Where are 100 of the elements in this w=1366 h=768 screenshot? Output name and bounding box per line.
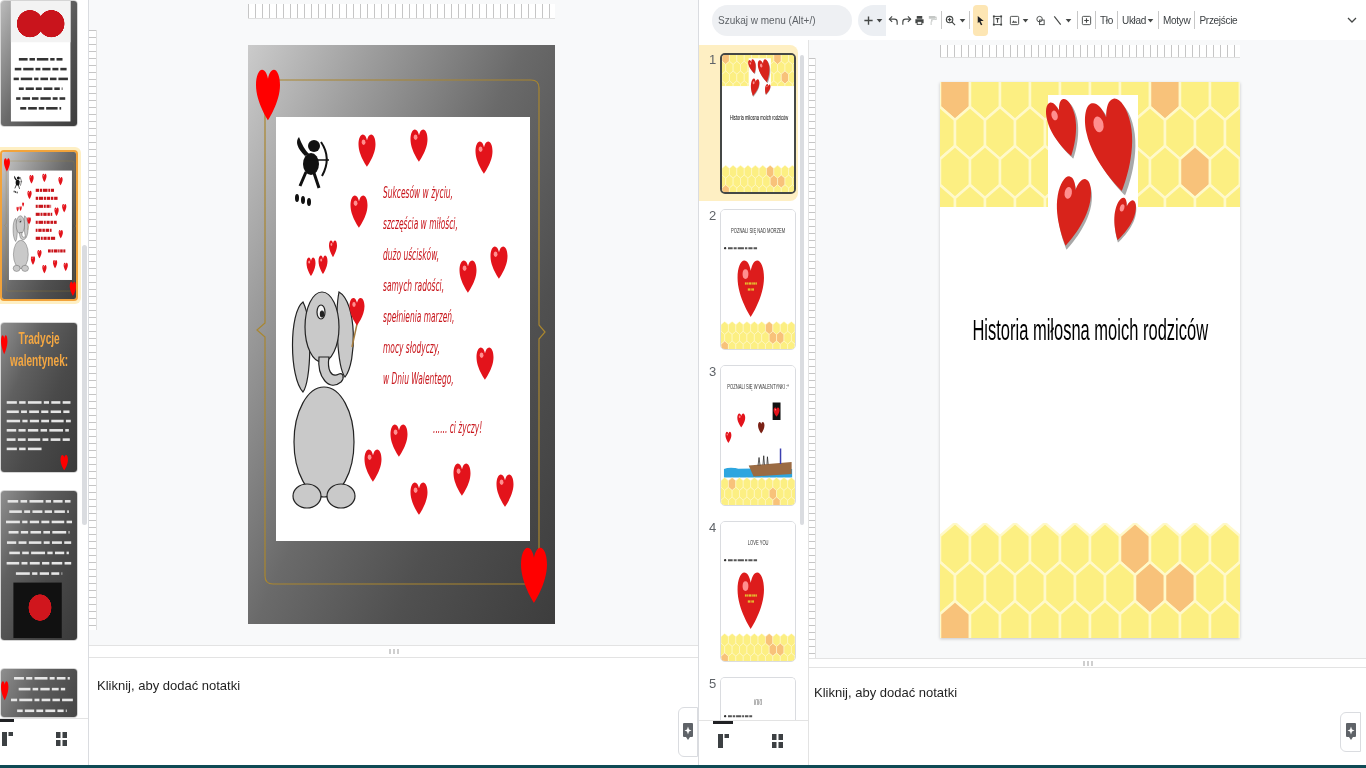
slide-number: 1 [709, 52, 717, 67]
heart-icon [69, 281, 76, 296]
elephant-drawing [12, 215, 29, 272]
heart-picture-icon [772, 402, 781, 420]
poem-line: szczęścia w miłości, [383, 214, 458, 235]
cupid-icon [13, 175, 23, 194]
caret-icon [1022, 16, 1029, 24]
heart-icon [364, 449, 382, 482]
zoom-icon [945, 14, 956, 26]
heart-icon [390, 424, 408, 457]
toolbar-button[interactable]: Tło [1099, 4, 1114, 36]
heart-icon [410, 129, 428, 162]
drag-handle-icon[interactable] [1082, 660, 1093, 666]
image-icon [1009, 14, 1020, 26]
shape-icon [1035, 14, 1046, 26]
heart-icon [60, 455, 68, 471]
heart-icon [737, 260, 764, 317]
poem-line: samych radości, [383, 276, 445, 297]
heart-icon [58, 176, 63, 186]
heart-icon [256, 69, 280, 121]
grid-view-icon [771, 734, 783, 748]
bullet-icon [723, 715, 727, 718]
caret-icon [876, 16, 883, 24]
harbor-drawing [723, 448, 793, 478]
slide-number: 5 [709, 676, 717, 691]
slide-title: Tradycje walentynek: [10, 327, 69, 371]
caret-icon [1065, 16, 1072, 24]
cupid-icon [295, 137, 330, 206]
select-tool-button[interactable] [973, 4, 988, 36]
caret-icon [959, 16, 966, 24]
heart-icon [27, 190, 32, 200]
poem-line: Sukcesów w życiu, [383, 183, 453, 204]
heart-icon [521, 547, 547, 603]
sparkle-bubble-icon [683, 723, 693, 741]
heart-icon [459, 260, 477, 293]
bullet-icon [723, 247, 727, 250]
heart-icon [475, 141, 493, 174]
heart-icon [318, 255, 328, 274]
scrollbar-thumb[interactable] [800, 55, 804, 525]
line-icon [1052, 14, 1063, 26]
heart-icon [725, 431, 732, 443]
undo-icon[interactable] [888, 14, 899, 26]
heart-icon [758, 421, 765, 434]
side-panel-button[interactable] [678, 707, 698, 757]
heart-icon [52, 260, 58, 269]
heart-icon [1056, 176, 1092, 250]
slide-number: 4 [709, 520, 717, 535]
redo-icon[interactable] [901, 14, 912, 26]
text-lines-drawing [744, 280, 758, 293]
text-lines-drawing [727, 558, 758, 562]
heart-icon [737, 572, 764, 629]
poem-line: mocy słodyczy, [383, 338, 440, 359]
heart-icon [62, 204, 67, 213]
text-lines-drawing [727, 714, 753, 718]
scrollbar-thumb[interactable] [82, 245, 87, 525]
drag-handle-icon[interactable] [388, 649, 399, 654]
text-lines-drawing [35, 186, 58, 243]
text-lines-drawing [744, 592, 758, 605]
menu-search-field[interactable]: Szukaj w menu (Alt+/) [712, 4, 852, 36]
grid-view-icon [55, 732, 67, 746]
heart-icon [737, 413, 746, 428]
text-lines-drawing [47, 246, 66, 255]
poem-line: ...... ci życzy! [433, 418, 483, 439]
heart-icon [29, 175, 34, 184]
heart-icon [453, 463, 471, 496]
print-icon[interactable] [914, 14, 925, 26]
heart-icon [358, 134, 376, 167]
text-lines-drawing [727, 246, 758, 250]
heart-icon [490, 246, 508, 279]
add-comment-icon[interactable] [1081, 14, 1092, 26]
slide-title: Historia miłosna moich rodziców [972, 312, 1208, 348]
filmstrip-view-icon [1, 732, 13, 746]
heart-icon [410, 482, 428, 515]
sparkle-bubble-icon [1345, 723, 1356, 741]
heart-icon [750, 78, 760, 97]
poem-line: spełnienia marzeń, [383, 307, 455, 328]
slide-number: 3 [709, 364, 717, 379]
heart-icon [42, 173, 47, 183]
new-slide-button[interactable] [858, 4, 886, 36]
toolbar-button[interactable]: Układ [1121, 4, 1156, 36]
toolbar-button[interactable]: Przejście [1198, 4, 1239, 36]
heart-icon [63, 262, 68, 272]
plus-icon [863, 14, 874, 26]
heart-icon [1, 335, 8, 355]
bullet-icon [723, 559, 727, 562]
heart-icon [350, 195, 368, 228]
heart-icon [4, 158, 10, 172]
heart-icon [496, 474, 514, 507]
filmstrip-view-icon [717, 734, 729, 748]
heart-icon [58, 230, 63, 239]
cursor-icon [975, 14, 986, 26]
text-box-icon [992, 14, 1003, 26]
honeycomb-band [722, 165, 794, 192]
heart-icon [54, 207, 59, 216]
zoom-button[interactable] [945, 14, 966, 26]
side-panel-button[interactable] [1340, 712, 1361, 752]
slide-number: 2 [709, 208, 717, 223]
heart-icon [476, 347, 494, 380]
toolbar-button[interactable]: Motyw [1162, 4, 1192, 36]
poem-line: w Dniu Walentego, [383, 369, 454, 390]
